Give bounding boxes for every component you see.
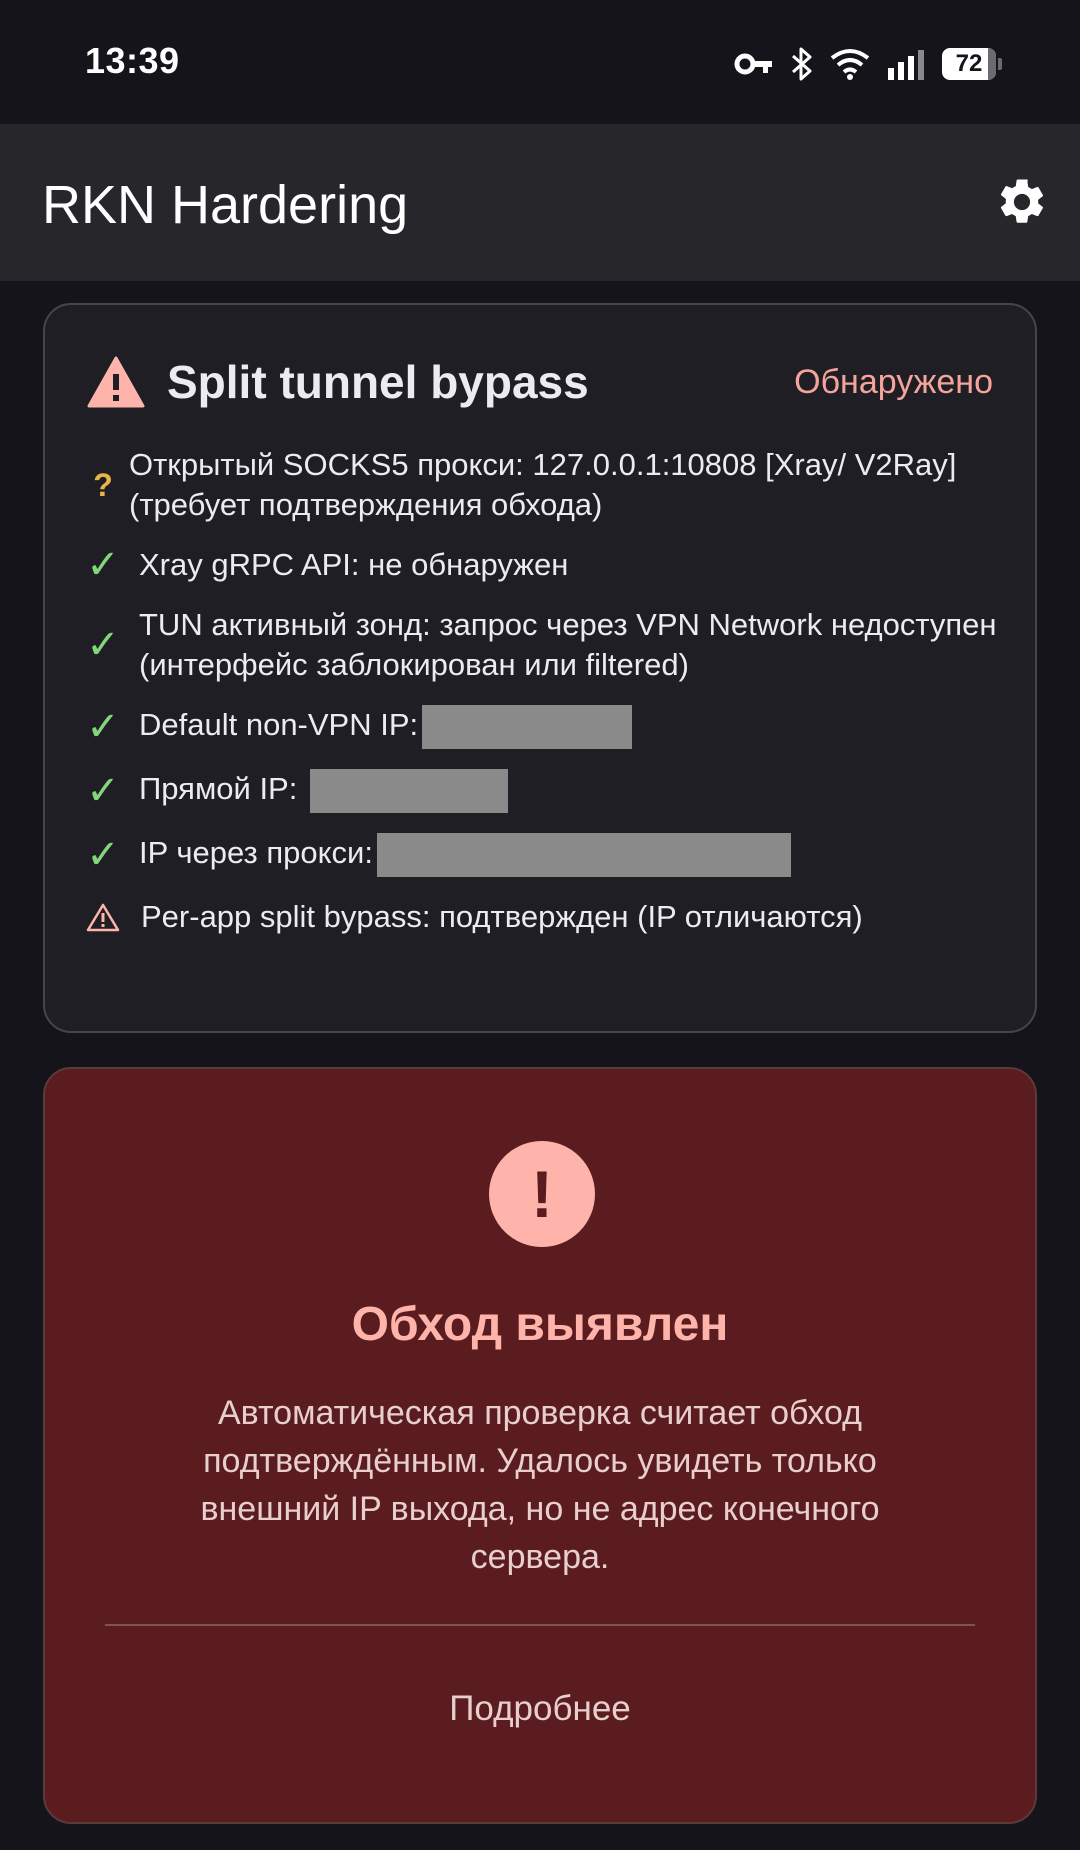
gear-icon <box>1000 179 1044 223</box>
app-bar: RKN Hardering <box>0 124 1080 281</box>
redacted-ip <box>376 833 791 877</box>
list-item: Per-app split bypass: подтвержден (IP от… <box>83 897 997 937</box>
question-icon: ? <box>93 467 113 503</box>
battery-icon: 72 <box>942 48 1002 80</box>
check-icon: ✓ <box>86 623 120 667</box>
list-item: ? Открытый SOCKS5 прокси: 127.0.0.1:1080… <box>83 445 997 525</box>
verdict-card: ! Обход выявлен Автоматическая проверка … <box>43 1067 1037 1824</box>
divider <box>105 1624 975 1626</box>
check-icon: ✓ <box>86 705 120 749</box>
list-item-label: Default non-VPN IP: <box>139 707 419 743</box>
list-item-text: Прямой IP: <box>139 769 508 813</box>
list-item-text: TUN активный зонд: запрос через VPN Netw… <box>139 607 997 682</box>
vpn-key-icon <box>734 49 774 79</box>
status-icons: 72 <box>734 44 1002 84</box>
status-time: 13:39 <box>85 40 180 81</box>
check-icon: ✓ <box>86 769 120 813</box>
card-title: Split tunnel bypass <box>167 356 589 408</box>
list-item: ✓ Прямой IP: <box>83 769 997 813</box>
check-icon: ✓ <box>86 543 120 587</box>
list-item-text: IP через прокси: <box>139 833 791 877</box>
list-item: ✓ Xray gRPC API: не обнаружен <box>83 545 997 585</box>
list-item: ✓ TUN активный зонд: запрос через VPN Ne… <box>83 605 997 685</box>
list-item: ✓ Default non-VPN IP: <box>83 705 997 749</box>
alert-icon: ! <box>489 1141 595 1247</box>
bluetooth-icon <box>790 46 814 82</box>
details-button[interactable]: Подробнее <box>45 1689 1035 1749</box>
status-badge: Обнаружено <box>794 362 993 401</box>
card-header: Split tunnel bypass Обнаружено <box>87 350 993 414</box>
status-bar: 13:39 72 <box>0 0 1080 124</box>
signal-icon <box>886 48 926 80</box>
list-item-text: Default non-VPN IP: <box>139 705 633 749</box>
verdict-title: Обход выявлен <box>351 1298 729 1351</box>
app-title: RKN Hardering <box>42 175 409 235</box>
warning-icon <box>87 356 145 408</box>
redacted-ip <box>422 705 633 749</box>
split-tunnel-card: Split tunnel bypass Обнаружено ? Открыты… <box>43 303 1037 1033</box>
wifi-icon <box>830 48 870 80</box>
settings-button[interactable] <box>992 172 1052 232</box>
verdict-description: Автоматическая проверка считает обход по… <box>200 1394 880 1576</box>
check-icon: ✓ <box>86 833 120 877</box>
list-item-label: IP через прокси: <box>139 835 373 871</box>
list-item-text: Per-app split bypass: подтвержден (IP от… <box>141 899 863 934</box>
redacted-ip <box>309 769 508 813</box>
warning-small-icon <box>83 902 123 932</box>
list-item-label: Прямой IP: <box>139 771 298 807</box>
check-list: ? Открытый SOCKS5 прокси: 127.0.0.1:1080… <box>83 445 997 957</box>
battery-level: 72 <box>955 50 983 77</box>
list-item-text: Открытый SOCKS5 прокси: 127.0.0.1:10808 … <box>129 447 957 522</box>
list-item-text: Xray gRPC API: не обнаружен <box>139 547 569 582</box>
list-item: ✓ IP через прокси: <box>83 833 997 877</box>
